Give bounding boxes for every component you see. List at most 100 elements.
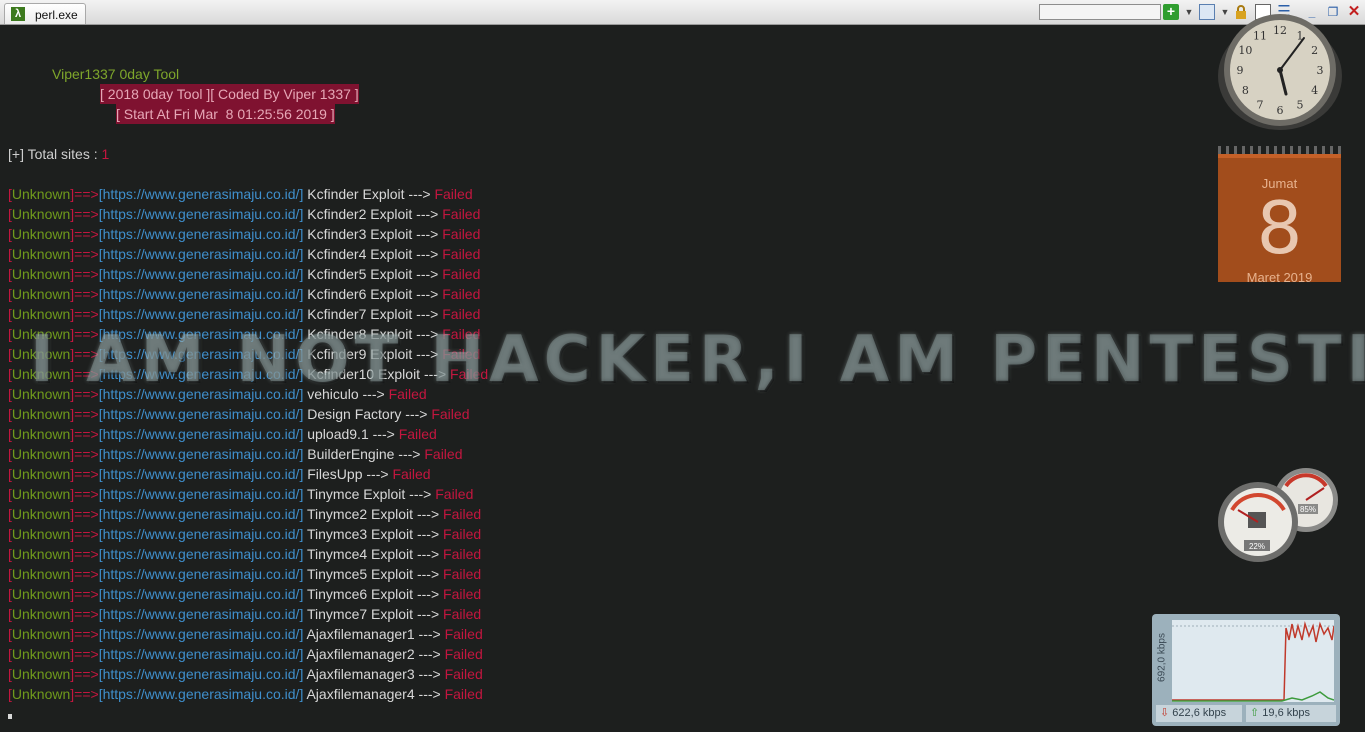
result-arrow: ---> bbox=[362, 466, 393, 482]
close-icon[interactable]: ✕ bbox=[1346, 4, 1362, 20]
result-failed: Failed bbox=[442, 346, 481, 362]
log-line: [Unknown]==>[https://www.generasimaju.co… bbox=[8, 364, 488, 384]
exploit-name: Ajaxfilemanager1 bbox=[303, 626, 415, 642]
result-failed: Failed bbox=[442, 286, 481, 302]
status-unknown: Unknown bbox=[11, 206, 71, 222]
target-url: [https://www.generasimaju.co.id/] bbox=[98, 526, 304, 542]
calendar-date: 8 bbox=[1256, 186, 1303, 270]
result-failed: Failed bbox=[442, 246, 481, 262]
chevron-down-icon[interactable]: ▼ bbox=[1181, 4, 1197, 20]
log-arrow: ]==> bbox=[70, 666, 99, 682]
target-url: [https://www.generasimaju.co.id/] bbox=[98, 326, 304, 342]
log-line: [Unknown]==>[https://www.generasimaju.co… bbox=[8, 344, 480, 364]
target-url: [https://www.generasimaju.co.id/] bbox=[98, 286, 304, 302]
result-arrow: ---> bbox=[412, 266, 443, 282]
calendar-gadget[interactable]: Jumat 8 Maret 2019 bbox=[1218, 146, 1341, 285]
status-unknown: Unknown bbox=[11, 686, 71, 702]
result-arrow: ---> bbox=[412, 226, 443, 242]
download-rate: 622,6 kbps bbox=[1172, 707, 1227, 719]
cpu-meter-gadget[interactable]: 85% 22% bbox=[1214, 466, 1344, 562]
search-input[interactable] bbox=[1039, 4, 1161, 20]
target-url: [https://www.generasimaju.co.id/] bbox=[98, 466, 304, 482]
network-meter-gadget[interactable]: 692,0 kbps ⇩ 622,6 kbps ⇧ 19,6 kbps bbox=[1152, 614, 1340, 726]
result-failed: Failed bbox=[435, 486, 474, 502]
banner-title: Viper1337 0day Tool bbox=[52, 66, 180, 82]
cpu-percent: 22% bbox=[1249, 542, 1265, 551]
status-unknown: Unknown bbox=[11, 566, 71, 582]
status-unknown: Unknown bbox=[11, 606, 71, 622]
target-url: [https://www.generasimaju.co.id/] bbox=[98, 206, 304, 222]
target-url: [https://www.generasimaju.co.id/] bbox=[98, 386, 304, 402]
status-unknown: Unknown bbox=[11, 386, 71, 402]
network-graph bbox=[1172, 620, 1335, 702]
log-arrow: ]==> bbox=[70, 426, 99, 442]
result-arrow: ---> bbox=[401, 406, 432, 422]
log-line: [Unknown]==>[https://www.generasimaju.co… bbox=[8, 484, 473, 504]
target-url: [https://www.generasimaju.co.id/] bbox=[98, 426, 304, 442]
clock-numeral: 10 bbox=[1238, 44, 1252, 57]
result-failed: Failed bbox=[444, 626, 483, 642]
log-arrow: ]==> bbox=[70, 366, 99, 382]
target-url: [https://www.generasimaju.co.id/] bbox=[98, 686, 304, 702]
result-arrow: ---> bbox=[412, 306, 443, 322]
target-url: [https://www.generasimaju.co.id/] bbox=[98, 666, 304, 682]
result-arrow: ---> bbox=[413, 566, 444, 582]
clock-numeral: 6 bbox=[1277, 104, 1284, 117]
clock-numeral: 8 bbox=[1242, 84, 1249, 97]
log-line: [Unknown]==>[https://www.generasimaju.co… bbox=[8, 284, 480, 304]
log-line: [Unknown]==>[https://www.generasimaju.co… bbox=[8, 684, 483, 704]
log-arrow: ]==> bbox=[70, 586, 99, 602]
network-upload: ⇧ 19,6 kbps bbox=[1246, 705, 1336, 722]
tab-perl-exe[interactable]: λ perl.exe bbox=[4, 3, 86, 24]
network-scale: 692,0 kbps bbox=[1153, 620, 1171, 702]
result-arrow: ---> bbox=[414, 666, 445, 682]
log-line: [Unknown]==>[https://www.generasimaju.co… bbox=[8, 424, 437, 444]
log-line: [Unknown]==>[https://www.generasimaju.co… bbox=[8, 464, 431, 484]
result-arrow: ---> bbox=[412, 246, 443, 262]
exploit-name: Kcfinder2 Exploit bbox=[303, 206, 413, 222]
log-arrow: ]==> bbox=[70, 386, 99, 402]
add-tab-button[interactable]: + bbox=[1163, 4, 1179, 20]
log-line: [Unknown]==>[https://www.generasimaju.co… bbox=[8, 384, 427, 404]
status-unknown: Unknown bbox=[11, 366, 71, 382]
exploit-name: Kcfinder6 Exploit bbox=[303, 286, 413, 302]
target-url: [https://www.generasimaju.co.id/] bbox=[98, 246, 304, 262]
clock-gadget[interactable]: 12 1 2 3 4 5 6 7 8 9 10 11 bbox=[1214, 10, 1344, 130]
clock-numeral: 3 bbox=[1317, 64, 1324, 77]
result-failed: Failed bbox=[444, 686, 483, 702]
lambda-icon: λ bbox=[11, 7, 25, 21]
clock-numeral: 4 bbox=[1311, 84, 1318, 97]
log-line: [Unknown]==>[https://www.generasimaju.co… bbox=[8, 584, 481, 604]
result-failed: Failed bbox=[443, 526, 482, 542]
result-failed: Failed bbox=[442, 326, 481, 342]
arrow-down-icon: ⇩ bbox=[1160, 707, 1170, 719]
log-arrow: ]==> bbox=[70, 286, 99, 302]
result-arrow: ---> bbox=[412, 326, 443, 342]
calendar-month: Maret 2019 bbox=[1246, 270, 1313, 285]
target-url: [https://www.generasimaju.co.id/] bbox=[98, 586, 304, 602]
status-unknown: Unknown bbox=[11, 266, 71, 282]
exploit-name: Tinymce4 Exploit bbox=[303, 546, 414, 562]
log-line: [Unknown]==>[https://www.generasimaju.co… bbox=[8, 184, 473, 204]
result-failed: Failed bbox=[443, 506, 482, 522]
log-arrow: ]==> bbox=[70, 306, 99, 322]
target-url: [https://www.generasimaju.co.id/] bbox=[98, 506, 304, 522]
result-arrow: ---> bbox=[404, 186, 435, 202]
log-line: [Unknown]==>[https://www.generasimaju.co… bbox=[8, 264, 480, 284]
memory-percent: 85% bbox=[1300, 505, 1316, 514]
target-url: [https://www.generasimaju.co.id/] bbox=[98, 306, 304, 322]
total-sites-value: 1 bbox=[101, 146, 110, 162]
exploit-name: Kcfinder3 Exploit bbox=[303, 226, 413, 242]
status-unknown: Unknown bbox=[11, 426, 71, 442]
target-url: [https://www.generasimaju.co.id/] bbox=[98, 186, 304, 202]
status-unknown: Unknown bbox=[11, 626, 71, 642]
exploit-name: Tinymce2 Exploit bbox=[303, 506, 414, 522]
status-unknown: Unknown bbox=[11, 586, 71, 602]
result-failed: Failed bbox=[444, 646, 483, 662]
result-arrow: ---> bbox=[368, 426, 399, 442]
arrow-up-icon: ⇧ bbox=[1250, 707, 1260, 719]
log-arrow: ]==> bbox=[70, 526, 99, 542]
target-url: [https://www.generasimaju.co.id/] bbox=[98, 346, 304, 362]
view-icon[interactable] bbox=[1199, 4, 1215, 20]
title-bar: λ perl.exe + ▼ ▼ ☰ _ ❐ ✕ bbox=[0, 0, 1365, 25]
